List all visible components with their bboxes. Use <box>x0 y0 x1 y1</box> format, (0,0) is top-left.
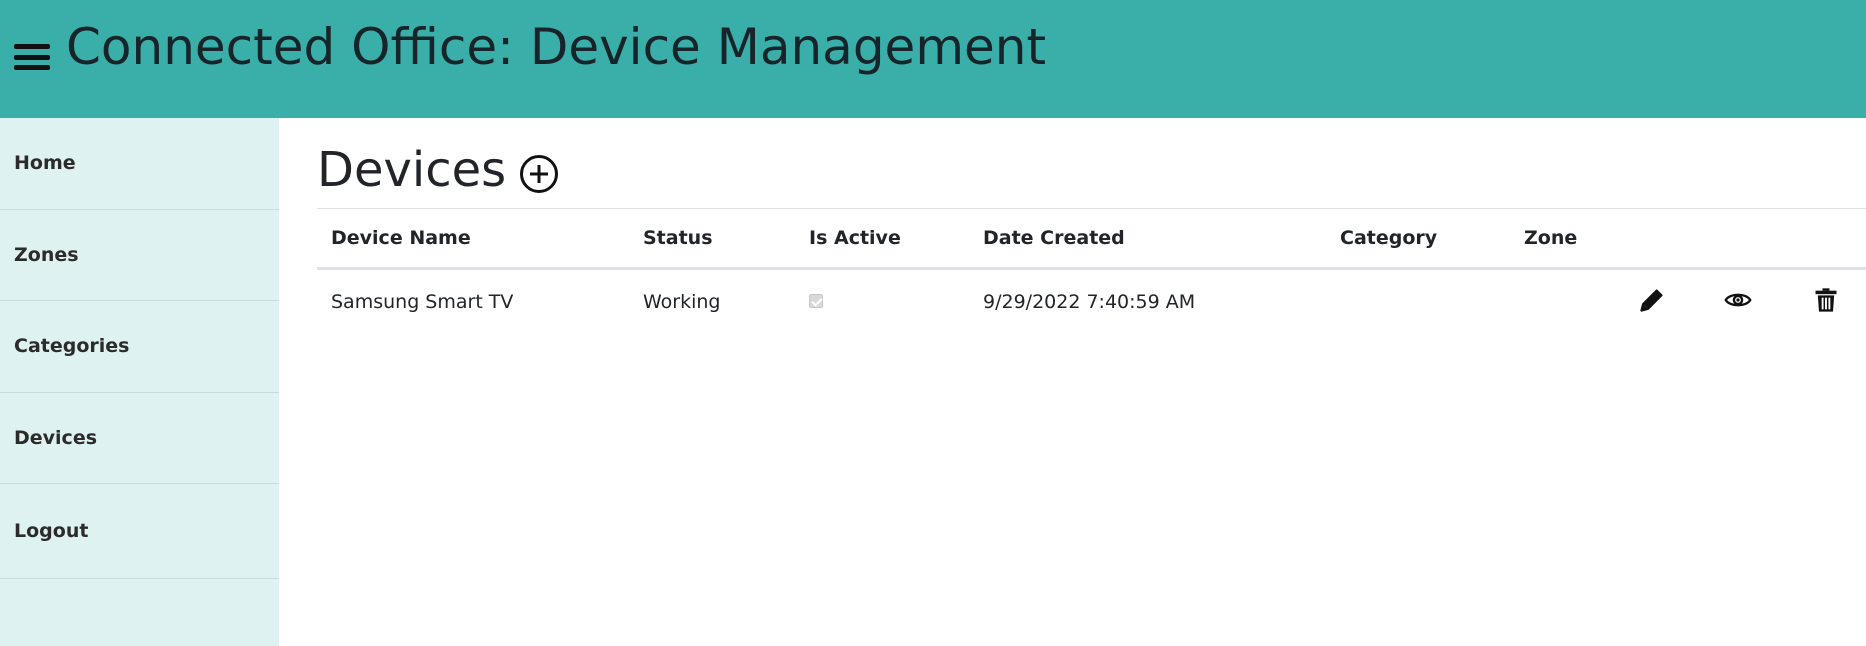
plus-circle-icon[interactable] <box>520 155 559 193</box>
cell-date-created: 9/29/2022 7:40:59 AM <box>983 291 1196 314</box>
cell-category <box>1326 269 1510 335</box>
sidebar-item-logout[interactable]: Logout <box>0 484 279 579</box>
cell-status: Working <box>643 291 721 314</box>
top-header: Connected Office: Device Management <box>0 0 1866 118</box>
pencil-icon[interactable] <box>1638 286 1670 318</box>
page-title: Devices <box>317 142 507 198</box>
table-header-row: Device Name Status Is Active Date Create… <box>317 208 1866 269</box>
column-header-is-active: Is Active <box>809 227 901 249</box>
page-header: Devices <box>317 142 559 198</box>
column-header-device-name: Device Name <box>331 227 471 249</box>
app-title: Connected Office: Device Management <box>66 18 1047 76</box>
sidebar-item-devices[interactable]: Devices <box>0 393 279 484</box>
column-header-date-created: Date Created <box>983 227 1125 249</box>
column-header-category: Category <box>1340 227 1438 249</box>
cell-device-name: Samsung Smart TV <box>331 291 514 314</box>
sidebar-item-zones[interactable]: Zones <box>0 210 279 301</box>
sidebar: Home Zones Categories Devices Logout <box>0 118 279 646</box>
hamburger-icon[interactable] <box>14 44 50 70</box>
eye-icon[interactable] <box>1724 286 1756 318</box>
table-row: Samsung Smart TV Working 9/29/2022 7:40:… <box>317 269 1866 335</box>
trash-icon[interactable] <box>1812 286 1844 318</box>
column-header-status: Status <box>643 227 713 249</box>
column-header-zone: Zone <box>1524 227 1578 249</box>
devices-table: Device Name Status Is Active Date Create… <box>317 208 1866 335</box>
sidebar-item-home[interactable]: Home <box>0 118 279 210</box>
sidebar-item-categories[interactable]: Categories <box>0 301 279 393</box>
main-content: Devices Device Name Status Is Active Dat… <box>279 118 1866 646</box>
cell-zone <box>1510 269 1624 335</box>
is-active-checkbox <box>809 294 823 309</box>
